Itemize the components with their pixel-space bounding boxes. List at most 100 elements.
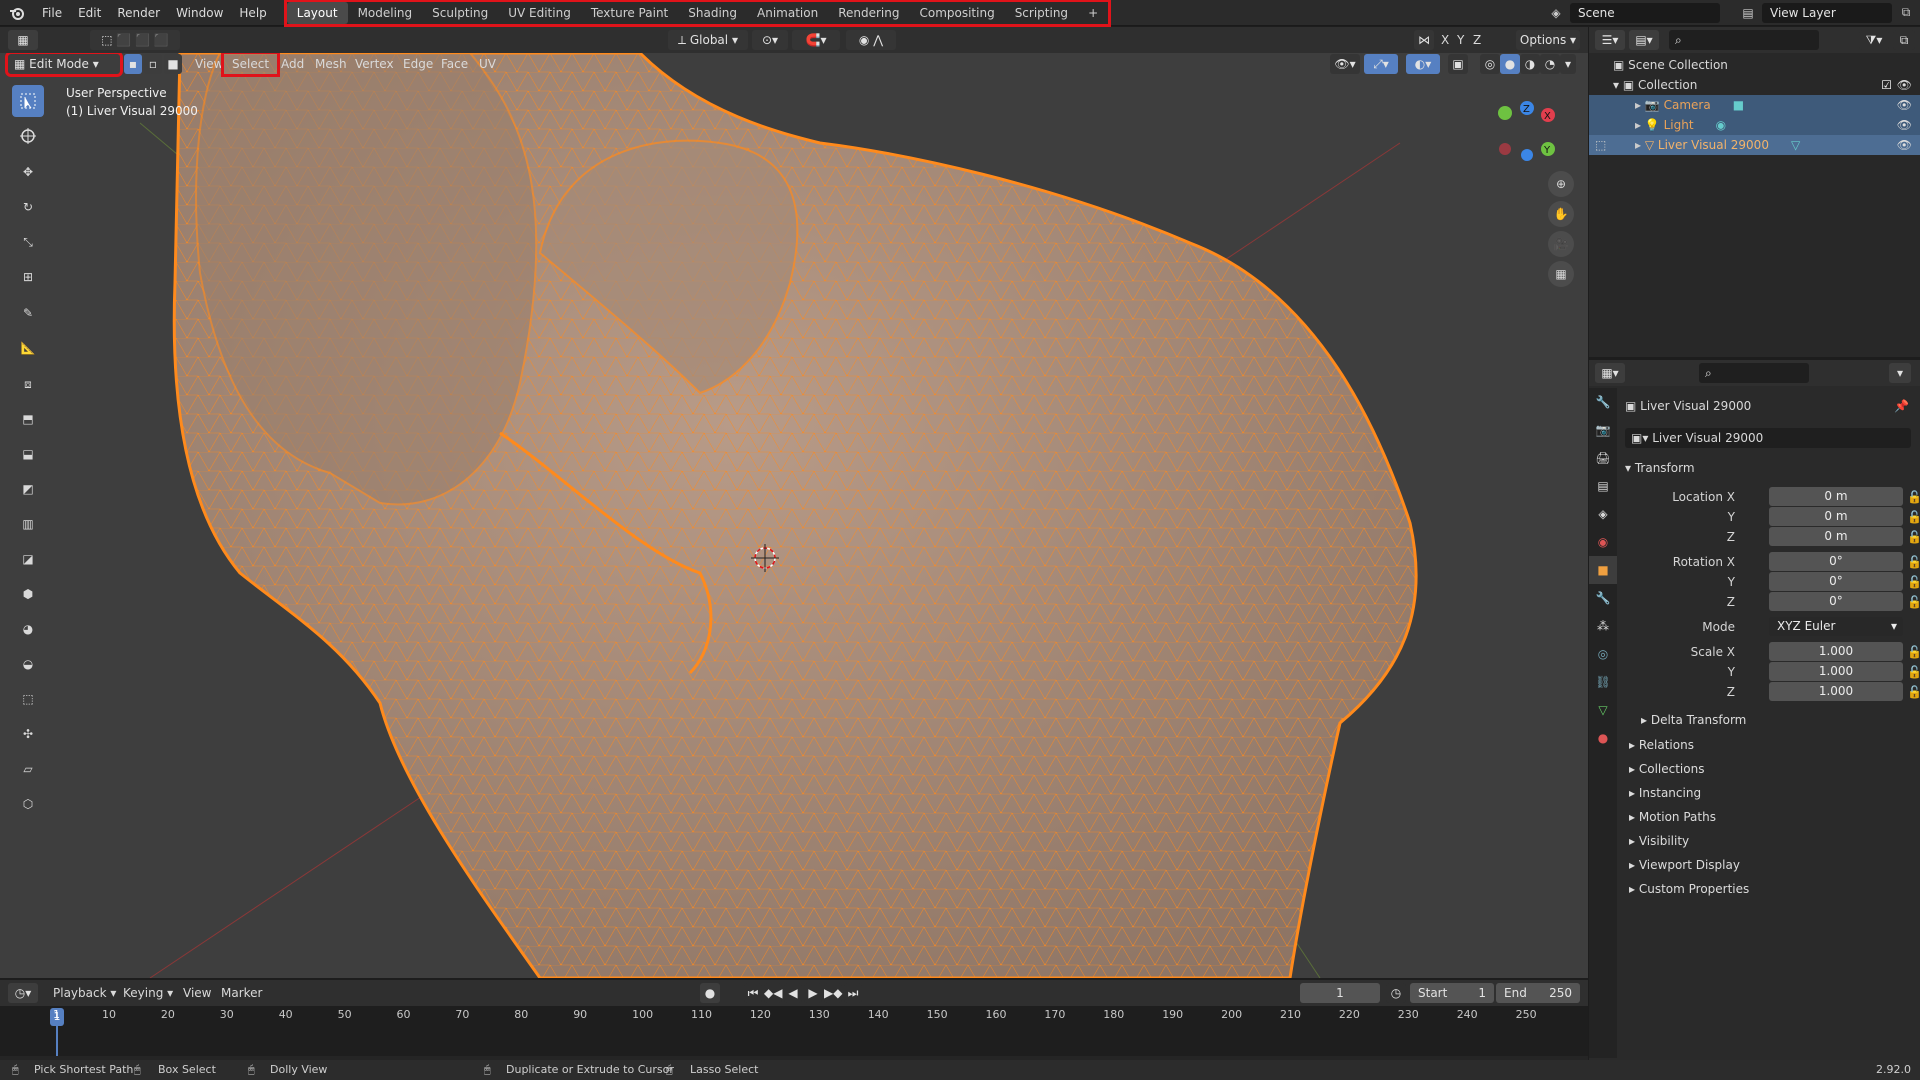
options-dropdown[interactable]: Options ▾ bbox=[1516, 30, 1580, 50]
scene-selector[interactable]: Scene bbox=[1570, 2, 1720, 23]
vertex-select-mode-button[interactable]: ▪ bbox=[124, 54, 142, 74]
collections-panel[interactable]: ▸ Collections bbox=[1629, 762, 1704, 776]
move-tool-icon[interactable]: ✥ bbox=[12, 156, 44, 188]
menu-keying[interactable]: Keying ▾ bbox=[118, 983, 178, 1003]
prev-keyframe-icon[interactable]: ◆◀ bbox=[764, 983, 782, 1003]
jump-end-icon[interactable]: ⏭ bbox=[844, 983, 862, 1003]
tab-texture-paint[interactable]: Texture Paint bbox=[581, 2, 678, 24]
inset-tool-icon[interactable]: ⬓ bbox=[12, 438, 44, 470]
tab-animation[interactable]: Animation bbox=[747, 2, 828, 24]
preview-range-icon[interactable]: ◷ bbox=[1386, 983, 1406, 1003]
properties-editor-type-icon[interactable]: ▦▾ bbox=[1595, 363, 1625, 383]
object-datablock-field[interactable]: ▣▾ Liver Visual 29000 bbox=[1625, 428, 1911, 448]
shrink-fatten-tool-icon[interactable]: ✣ bbox=[12, 718, 44, 750]
menu-vertex[interactable]: Vertex bbox=[350, 54, 399, 74]
instancing-panel[interactable]: ▸ Instancing bbox=[1629, 786, 1701, 800]
knife-tool-icon[interactable]: ◪ bbox=[12, 543, 44, 575]
next-keyframe-icon[interactable]: ▶◆ bbox=[824, 983, 842, 1003]
scene-tab-icon[interactable]: ◈ bbox=[1589, 500, 1617, 528]
edge-select-mode-button[interactable]: ▫ bbox=[144, 54, 162, 74]
edit-mode-icon[interactable]: ⬚ bbox=[1595, 135, 1606, 155]
measure-tool-icon[interactable]: 📐 bbox=[12, 332, 44, 364]
smooth-tool-icon[interactable]: ◒ bbox=[12, 648, 44, 680]
material-tab-icon[interactable]: ● bbox=[1589, 724, 1617, 752]
visibility-eye-icon[interactable]: 👁 bbox=[1897, 115, 1912, 135]
extrude-tool-icon[interactable]: ⬒ bbox=[12, 403, 44, 435]
menu-window[interactable]: Window bbox=[168, 0, 231, 26]
constraints-tab-icon[interactable]: ⛓ bbox=[1589, 668, 1617, 696]
object-tab-icon[interactable]: ■ bbox=[1589, 556, 1617, 584]
data-tab-icon[interactable]: ▽ bbox=[1589, 696, 1617, 724]
new-view-layer-icon[interactable]: ⧉ bbox=[1892, 5, 1920, 20]
scene-collection-row[interactable]: ▣ Scene Collection bbox=[1589, 55, 1920, 75]
rip-tool-icon[interactable]: ⬡ bbox=[12, 788, 44, 820]
xray-toggle-icon[interactable]: ▣ bbox=[1448, 54, 1468, 74]
rotation-mode-dropdown[interactable]: XYZ Euler ▾ bbox=[1769, 617, 1903, 636]
snap-icon[interactable]: 🧲▾ bbox=[792, 30, 840, 50]
timeline-editor-type-icon[interactable]: ◷▾ bbox=[8, 983, 38, 1003]
scale-tool-icon[interactable]: ⤡ bbox=[12, 226, 44, 258]
menu-add[interactable]: Add bbox=[276, 54, 309, 74]
location-y-field[interactable]: 0 m bbox=[1769, 507, 1903, 526]
visibility-eye-icon[interactable]: 👁 bbox=[1897, 135, 1912, 155]
properties-search-input[interactable]: ⌕ bbox=[1699, 363, 1809, 383]
play-icon[interactable]: ▶ bbox=[804, 983, 822, 1003]
pivot-icon[interactable]: ⊙▾ bbox=[752, 30, 788, 50]
navigation-gizmo[interactable]: Z X Y bbox=[1494, 99, 1564, 169]
expand-icon[interactable]: ▸ bbox=[1635, 138, 1645, 152]
properties-options-icon[interactable]: ▾ bbox=[1889, 363, 1911, 383]
output-tab-icon[interactable]: 🖨 bbox=[1589, 444, 1617, 472]
scene-icon[interactable]: ◈ bbox=[1542, 6, 1570, 20]
rotation-y-field[interactable]: 0° bbox=[1769, 572, 1903, 591]
motion-paths-panel[interactable]: ▸ Motion Paths bbox=[1629, 810, 1716, 824]
scale-z-field[interactable]: 1.000 bbox=[1769, 682, 1903, 701]
mirror-icon[interactable]: ⋈ bbox=[1414, 30, 1434, 50]
gizmo-toggle-icon[interactable]: ⤢▾ bbox=[1364, 54, 1398, 74]
outliner-item-light[interactable]: ▸ 💡 Light ◉ 👁 bbox=[1589, 115, 1920, 135]
visibility-icon[interactable]: 👁▾ bbox=[1330, 54, 1360, 74]
rotation-z-field[interactable]: 0° bbox=[1769, 592, 1903, 611]
menu-face[interactable]: Face bbox=[436, 54, 473, 74]
tab-sculpting[interactable]: Sculpting bbox=[422, 2, 498, 24]
expand-icon[interactable]: ▾ bbox=[1613, 78, 1623, 92]
expand-icon[interactable]: ▸ bbox=[1635, 98, 1645, 112]
lock-icon[interactable]: 🔓 bbox=[1907, 507, 1920, 527]
zoom-icon[interactable]: ⊕ bbox=[1548, 171, 1574, 197]
ortho-grid-icon[interactable]: ▦ bbox=[1548, 261, 1574, 287]
pan-hand-icon[interactable]: ✋ bbox=[1548, 201, 1574, 227]
add-workspace-button[interactable]: + bbox=[1078, 2, 1108, 24]
play-reverse-icon[interactable]: ◀ bbox=[784, 983, 802, 1003]
annotate-tool-icon[interactable]: ✎ bbox=[12, 297, 44, 329]
tab-rendering[interactable]: Rendering bbox=[828, 2, 909, 24]
tab-scripting[interactable]: Scripting bbox=[1005, 2, 1078, 24]
current-frame-field[interactable]: 1 bbox=[1300, 983, 1380, 1003]
expand-icon[interactable]: ▸ bbox=[1635, 118, 1645, 132]
lock-icon[interactable]: 🔓 bbox=[1907, 487, 1920, 507]
tab-compositing[interactable]: Compositing bbox=[909, 2, 1004, 24]
lock-icon[interactable]: 🔓 bbox=[1907, 682, 1920, 702]
scale-x-field[interactable]: 1.000 bbox=[1769, 642, 1903, 661]
mirror-z-toggle[interactable]: Z bbox=[1468, 30, 1486, 50]
poly-build-tool-icon[interactable]: ⬢ bbox=[12, 578, 44, 610]
outliner-search-input[interactable]: ⌕ bbox=[1669, 30, 1819, 50]
cursor-tool-icon[interactable] bbox=[12, 120, 44, 152]
menu-edit[interactable]: Edit bbox=[70, 0, 109, 26]
mode-dropdown[interactable]: ▦ Edit Mode ▾ bbox=[5, 53, 123, 77]
tab-shading[interactable]: Shading bbox=[678, 2, 747, 24]
face-select-mode-button[interactable]: ■ bbox=[164, 54, 182, 74]
add-cube-tool-icon[interactable]: ⧈ bbox=[12, 368, 44, 400]
pin-icon[interactable]: 📌 bbox=[1894, 396, 1909, 416]
lock-icon[interactable]: 🔓 bbox=[1907, 662, 1920, 682]
overlays-toggle-icon[interactable]: ◐▾ bbox=[1406, 54, 1440, 74]
edge-slide-tool-icon[interactable]: ⬚ bbox=[12, 683, 44, 715]
outliner-item-camera[interactable]: ▸ 📷 Camera ■ 👁 bbox=[1589, 95, 1920, 115]
modifier-tab-icon[interactable]: 🔧 bbox=[1589, 584, 1617, 612]
editor-type-button[interactable]: ▦ bbox=[8, 30, 38, 50]
spin-tool-icon[interactable]: ◕ bbox=[12, 613, 44, 645]
bevel-tool-icon[interactable]: ◩ bbox=[12, 473, 44, 505]
location-z-field[interactable]: 0 m bbox=[1769, 527, 1903, 546]
transform-orientation-dropdown[interactable]: ⟂ Global ▾ bbox=[668, 30, 748, 50]
outliner-item-liver-visual[interactable]: ⬚ ▸ ▽ Liver Visual 29000 ▽ 👁 bbox=[1589, 135, 1920, 155]
rotate-tool-icon[interactable]: ↻ bbox=[12, 191, 44, 223]
lock-icon[interactable]: 🔓 bbox=[1907, 572, 1920, 592]
